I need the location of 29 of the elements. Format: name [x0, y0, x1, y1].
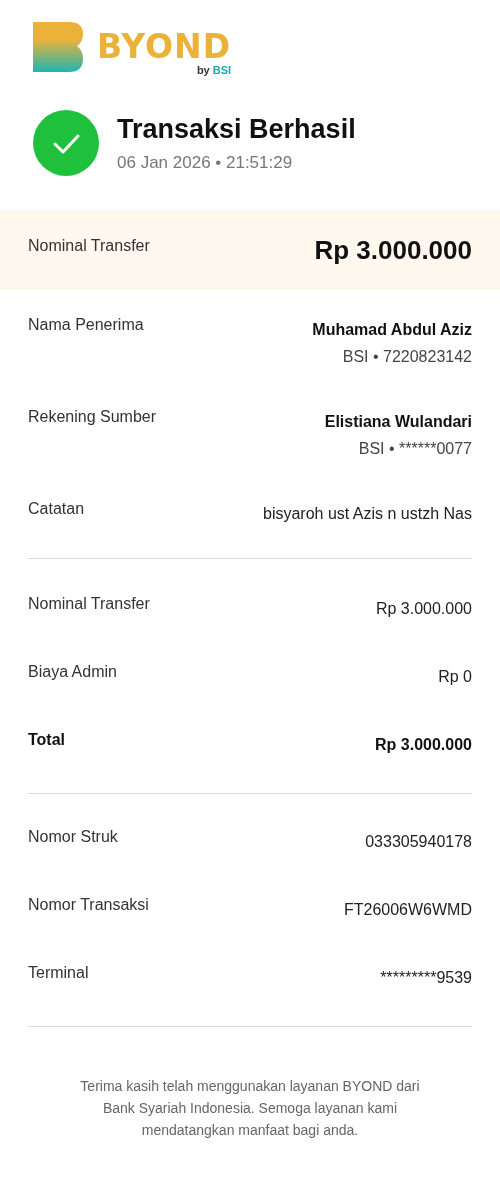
- row-label: Nomor Struk: [28, 828, 118, 846]
- row-label: Catatan: [28, 500, 85, 518]
- logo-byline: by BSI: [196, 64, 232, 76]
- amount-label: Nominal Transfer: [28, 237, 150, 255]
- row-label: Total: [28, 731, 66, 749]
- row-label: Nama Penerima: [28, 316, 144, 334]
- transaction-datetime: 06 Jan 2026 • 21:51:29: [117, 152, 294, 173]
- row-label: Nominal Transfer: [28, 595, 150, 613]
- row-value: Muhamad Abdul Aziz: [312, 320, 472, 340]
- account-number: BSI • 7220823142: [341, 348, 472, 366]
- row-value: Elistiana Wulandari: [324, 412, 472, 432]
- row-value: Rp 0: [438, 667, 472, 687]
- row-value: FT26006W6WMD: [343, 900, 472, 920]
- row-label: Terminal: [28, 964, 89, 982]
- row-value: Rp 3.000.000: [375, 599, 472, 619]
- amount-value: Rp 3.000.000: [314, 234, 472, 266]
- account-number: BSI • ******0077: [357, 440, 472, 458]
- row-value: *********9539: [380, 968, 472, 988]
- row-value: Rp 3.000.000: [375, 735, 472, 755]
- thank-you-note: Terima kasih telah menggunakan layanan BYOND dari Bank Syariah Indonesia. Semoga layanan kami mendatangkan manfaat bagi anda.: [79, 1077, 421, 1140]
- row-value: bisyaroh ust Azis n ustzh Nas: [263, 504, 472, 524]
- row-label: Nomor Transaksi: [28, 896, 149, 914]
- logo-wordmark: BYOND: [97, 32, 232, 62]
- status-title: Transaksi Berhasil: [117, 113, 356, 144]
- row-label: Rekening Sumber: [28, 408, 157, 426]
- success-check-icon: [33, 110, 99, 176]
- logo-icon: [33, 22, 83, 72]
- row-label: Biaya Admin: [28, 663, 117, 681]
- row-value: 033305940178: [365, 832, 472, 852]
